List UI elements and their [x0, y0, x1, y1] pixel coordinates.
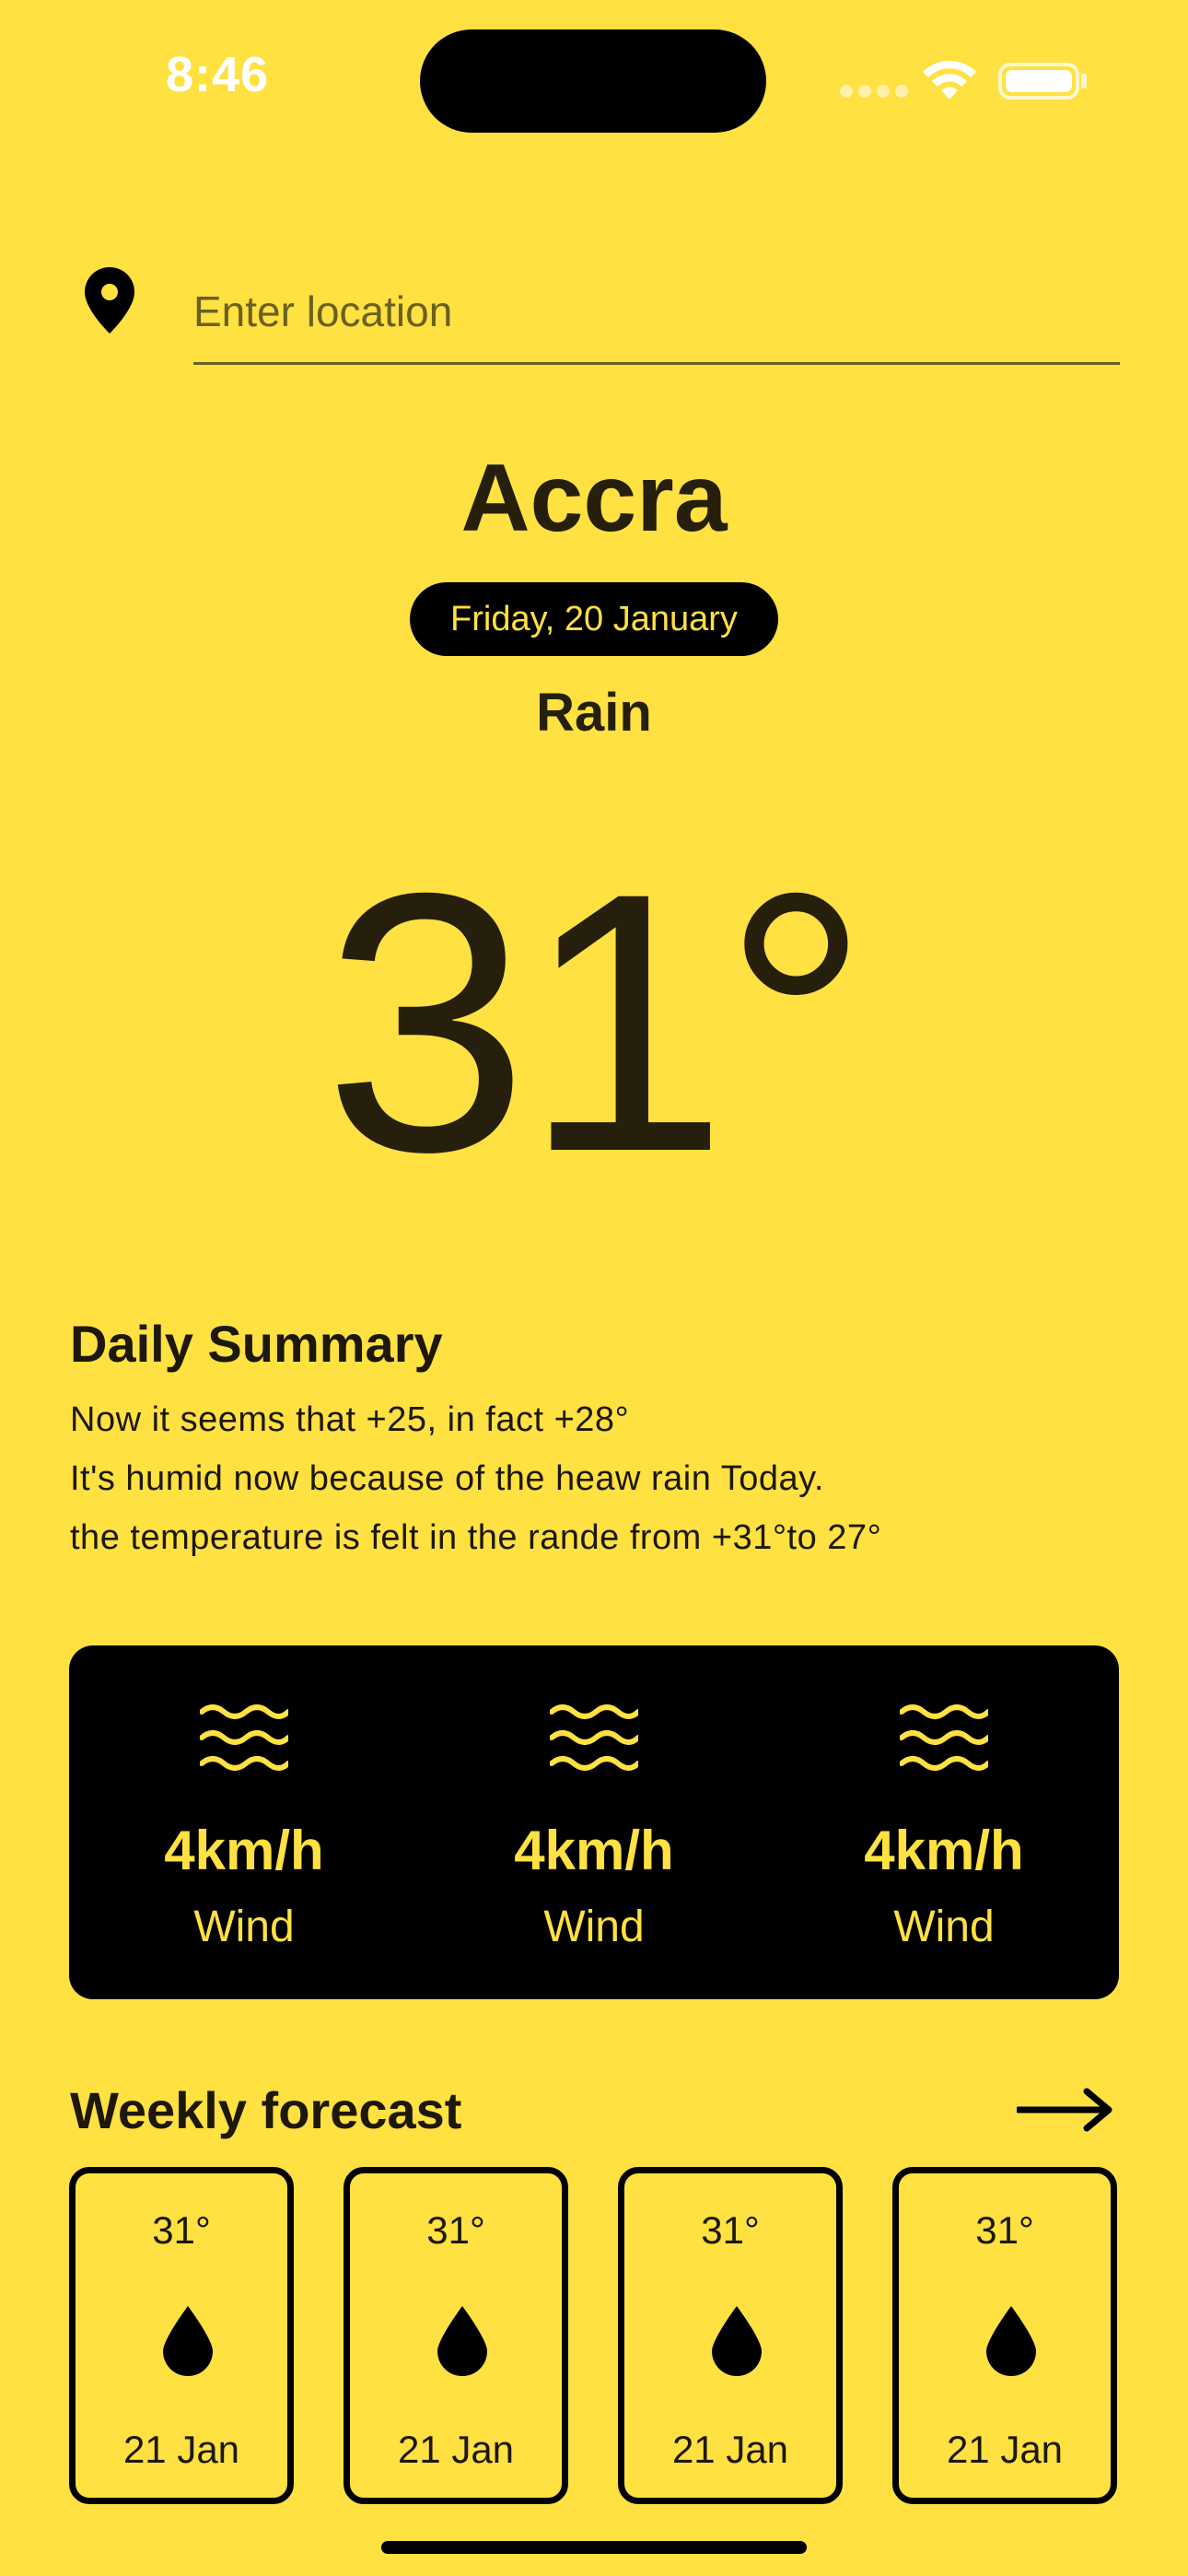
forecast-temp: 31° — [426, 2208, 485, 2252]
battery-tip — [1081, 74, 1087, 88]
city-name: Accra — [460, 445, 728, 552]
summary-line: Now it seems that +25, in fact +28° — [70, 1400, 630, 1439]
daily-summary-title: Daily Summary — [70, 1315, 443, 1373]
current-temperature: 31° — [323, 816, 870, 1228]
wind-waves-icon — [550, 1704, 638, 1771]
summary-line: It's humid now because of the heaw rain … — [70, 1459, 824, 1498]
status-time: 8:46 — [166, 47, 270, 102]
arrow-right-icon[interactable] — [1017, 2088, 1112, 2132]
wind-label: Wind — [893, 1903, 995, 1951]
forecast-day-card[interactable]: 31° 21 Jan — [344, 2167, 568, 2504]
stat-wind: 4km/h Wind — [419, 1645, 769, 1999]
forecast-day-card[interactable]: 31° 21 Jan — [892, 2167, 1117, 2504]
wind-label: Wind — [543, 1903, 645, 1951]
forecast-date: 21 Jan — [946, 2428, 1064, 2471]
forecast-temp: 31° — [701, 2208, 760, 2252]
wind-label: Wind — [193, 1903, 295, 1951]
home-indicator[interactable] — [381, 2541, 807, 2554]
forecast-date: 21 Jan — [397, 2428, 515, 2471]
raindrop-icon — [437, 2306, 487, 2376]
raindrop-icon — [712, 2306, 762, 2376]
forecast-date: 21 Jan — [671, 2428, 789, 2471]
raindrop-icon — [163, 2306, 213, 2376]
forecast-temp: 31° — [975, 2208, 1034, 2252]
weather-condition: Rain — [536, 683, 652, 743]
cellular-signal-icon — [840, 85, 908, 98]
wind-value: 4km/h — [864, 1820, 1024, 1881]
stat-wind: 4km/h Wind — [69, 1645, 419, 1999]
wind-value: 4km/h — [514, 1820, 674, 1881]
forecast-day-card[interactable]: 31° 21 Jan — [69, 2167, 294, 2504]
forecast-date: 21 Jan — [122, 2428, 240, 2471]
weekly-forecast-title: Weekly forecast — [70, 2081, 462, 2139]
forecast-day-card[interactable]: 31° 21 Jan — [618, 2167, 843, 2504]
date-badge: Friday, 20 January — [410, 582, 778, 656]
summary-line: the temperature is felt in the rande fro… — [70, 1518, 882, 1557]
forecast-temp: 31° — [152, 2208, 211, 2252]
wifi-icon — [923, 60, 976, 100]
location-pin-icon[interactable] — [85, 267, 134, 334]
dynamic-island — [420, 29, 766, 133]
raindrop-icon — [986, 2306, 1036, 2376]
stat-wind: 4km/h Wind — [769, 1645, 1119, 1999]
battery-icon — [998, 63, 1079, 100]
wind-stats-panel: 4km/h Wind 4km/h Wind 4km/h Wind — [69, 1645, 1119, 1999]
location-input[interactable] — [193, 260, 1120, 365]
wind-waves-icon — [200, 1704, 288, 1771]
wind-value: 4km/h — [164, 1820, 324, 1881]
wind-waves-icon — [900, 1704, 988, 1771]
